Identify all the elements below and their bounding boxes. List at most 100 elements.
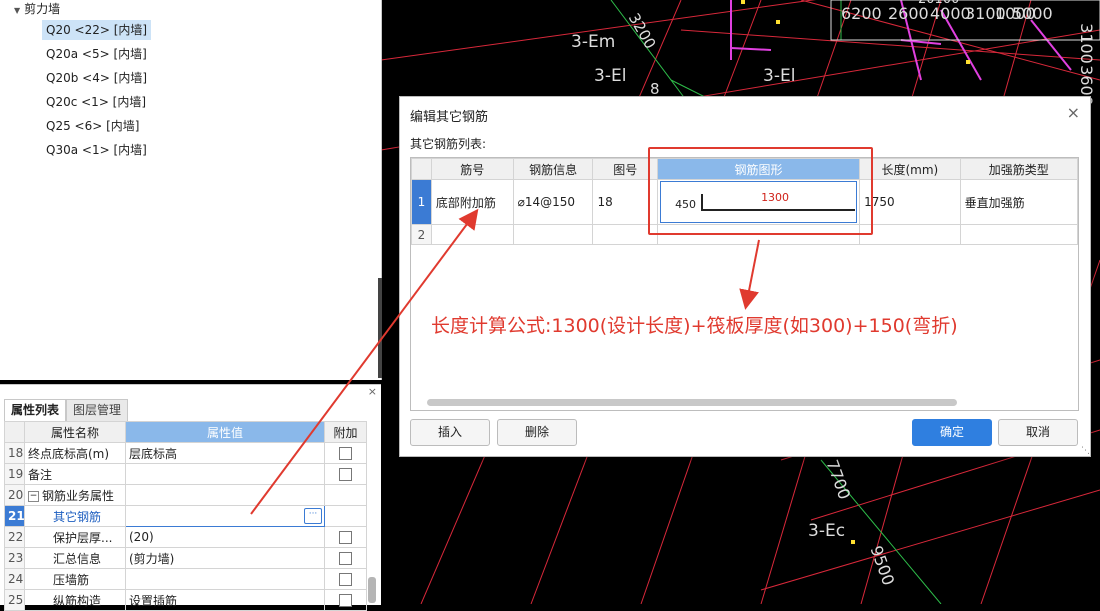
row-number: 20 [4,484,25,506]
caret-down-icon[interactable]: ▼ [14,6,20,15]
other-rebar-value-field[interactable]: ··· [125,505,325,527]
property-table: 属性名称 属性值 附加 18 终点底标高(m) 层底标高 19 备注 20 − 钢… [4,421,367,611]
rebar-list-label: 其它钢筋列表: [410,137,487,151]
property-scrollbar[interactable] [368,577,376,603]
tree-root-label: 剪力墙 [24,2,61,16]
header-corner [411,158,432,180]
header-bar-info: 钢筋信息 [512,158,594,180]
tree-item[interactable]: Q20c <1> [内墙] [42,92,150,112]
tree-root-shear-wall[interactable]: ▼ 剪力墙 [14,0,60,17]
ok-button[interactable]: 确定 [912,419,992,446]
dialog-title: 编辑其它钢筋 [410,110,489,125]
property-name: 纵筋构造 [24,589,126,611]
property-name: 备注 [24,463,126,485]
row-number: 25 [4,589,25,611]
property-value[interactable]: 设置插筋 [125,589,325,611]
row-number: 22 [4,526,25,548]
header-property-name: 属性名称 [24,421,126,443]
extra-cell [324,547,367,569]
tree-item[interactable]: Q20b <4> [内墙] [42,68,151,88]
length-cell[interactable] [859,224,961,245]
tab-layer-management[interactable]: 图层管理 [66,399,129,421]
table-row[interactable]: 21 其它钢筋 ··· [4,505,367,527]
ellipsis-button[interactable]: ··· [304,508,322,524]
property-panel: × 属性列表 图层管理 属性名称 属性值 附加 18 终点底标高(m) 层底标高… [0,384,381,611]
tree-item[interactable]: Q20 <22> [内墙] [42,20,152,40]
table-row[interactable]: 19 备注 [4,463,367,485]
cad-label: 3-Ec [808,521,846,541]
row-number: 19 [4,463,25,485]
row-number: 24 [4,568,25,590]
extra-cell [324,442,367,464]
property-name: 终点底标高(m) [24,442,126,464]
header-extra: 附加 [324,421,367,443]
tree-item[interactable]: Q25 <6> [内墙] [42,116,143,136]
property-value[interactable]: (20) [125,526,325,548]
extra-checkbox[interactable] [339,468,352,481]
table-row[interactable]: 20 − 钢筋业务属性 [4,484,367,506]
extra-cell [324,484,367,506]
bar-number-cell[interactable] [430,224,514,245]
panel-splitter[interactable] [378,278,382,378]
property-name: 保护层厚... [24,526,126,548]
table-row[interactable]: 23 汇总信息 (剪力墙) [4,547,367,569]
header-bar-number: 筋号 [430,158,514,180]
bar-number-cell[interactable]: 底部附加筋 [430,179,514,225]
tree-item[interactable]: Q30a <1> [内墙] [42,140,151,160]
property-group-cell: − 钢筋业务属性 [24,484,126,506]
cad-label: 3-El [763,66,796,86]
property-name: 其它钢筋 [24,505,126,527]
row-number: 1 [411,179,432,225]
property-value[interactable]: 层底标高 [125,442,325,464]
bar-info-cell[interactable] [512,224,594,245]
row-number: 18 [4,442,25,464]
insert-button[interactable]: 插入 [410,419,490,446]
extra-cell [324,526,367,548]
tree-item[interactable]: Q20a <5> [内墙] [42,44,151,64]
table-row[interactable]: 24 压墙筋 [4,568,367,590]
cad-label: 3-El [594,66,627,86]
cad-label: 20100 [918,0,959,7]
close-icon[interactable]: × [1067,103,1080,122]
extra-checkbox[interactable] [339,447,352,460]
collapse-icon[interactable]: − [28,490,39,502]
extra-cell [324,568,367,590]
extra-cell [324,463,367,485]
header-reinforcement-type: 加强筋类型 [959,158,1078,180]
cad-label: 5000 [1012,4,1053,23]
length-cell[interactable]: 1750 [859,179,961,225]
row-number: 21 [4,505,25,527]
header-property-value: 属性值 [125,421,325,443]
horizontal-scrollbar[interactable] [427,399,957,406]
property-name: 汇总信息 [24,547,126,569]
header-corner [4,421,25,443]
table-row[interactable]: 25 纵筋构造 设置插筋 [4,589,367,611]
row-number: 2 [411,224,432,245]
close-icon[interactable]: × [368,385,377,398]
extra-checkbox[interactable] [339,531,352,544]
component-tree-panel: ▼ 剪力墙 Q20 <22> [内墙] Q20a <5> [内墙] Q20b <4… [0,0,382,380]
reinforcement-type-cell[interactable]: 垂直加强筋 [959,179,1078,225]
extra-checkbox[interactable] [339,552,352,565]
property-value[interactable] [125,463,325,485]
cancel-button[interactable]: 取消 [998,419,1078,446]
property-value[interactable] [125,568,325,590]
property-value[interactable]: (剪力墙) [125,547,325,569]
delete-button[interactable]: 删除 [497,419,577,446]
tab-property-list[interactable]: 属性列表 [4,399,67,421]
bar-info-cell[interactable]: ⌀14@150 [512,179,594,225]
property-name: 钢筋业务属性 [42,488,115,503]
property-name: 压墙筋 [24,568,126,590]
extra-checkbox[interactable] [339,594,352,607]
extra-checkbox[interactable] [339,573,352,586]
extra-cell [324,505,367,527]
table-row[interactable]: 18 终点底标高(m) 层底标高 [4,442,367,464]
extra-cell [324,589,367,611]
table-row[interactable]: 22 保护层厚... (20) [4,526,367,548]
resize-grip-icon[interactable]: ⋱ [1081,446,1090,456]
length-formula-annotation: 长度计算公式:1300(设计长度)+筏板厚度(如300)+150(弯折) [431,315,958,337]
cad-label: 3-Em [571,32,616,52]
property-value [125,484,325,506]
header-length: 长度(mm) [859,158,961,180]
reinforcement-type-cell[interactable] [959,224,1078,245]
